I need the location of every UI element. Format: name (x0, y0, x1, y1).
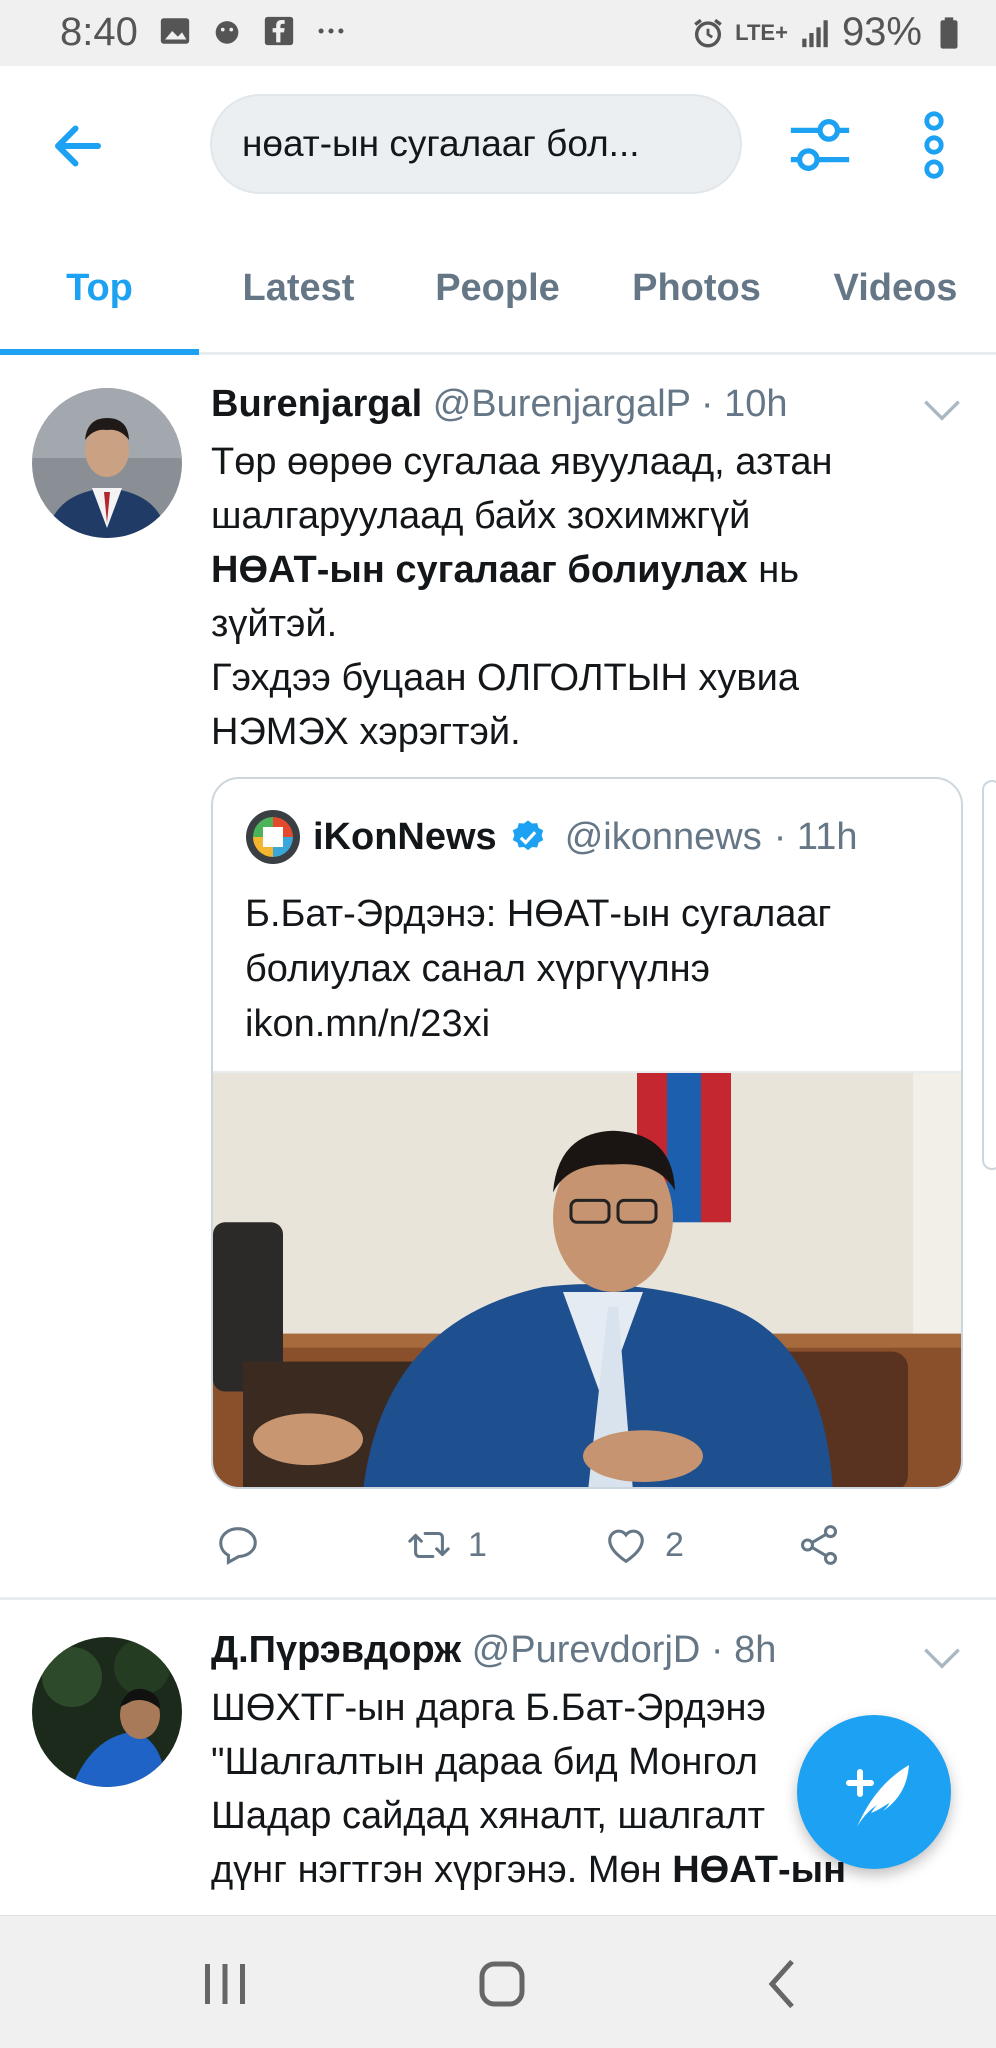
chevron-down-icon[interactable] (922, 1643, 962, 1673)
system-nav-bar (0, 1915, 996, 2048)
author-handle[interactable]: @PurevdorjD (472, 1629, 701, 1671)
like-count: 2 (665, 1525, 684, 1564)
avatar[interactable] (32, 1637, 182, 1787)
quoted-tweet-time: · 11h (773, 815, 858, 858)
status-bar: 8:40 LTE+ 93% (0, 0, 996, 66)
ikon-logo-icon (246, 810, 300, 864)
retweet-icon (408, 1531, 450, 1559)
chevron-down-icon[interactable] (922, 395, 962, 425)
quoted-tweet-text: Б.Бат-Эрдэнэ: НӨАТ-ын сугалааг болиулах … (245, 887, 935, 1052)
search-input[interactable]: нөат-ын сугалааг бол... (210, 94, 742, 194)
next-card-edge (982, 780, 996, 1170)
search-tabs: Top Latest People Photos Videos (0, 230, 996, 355)
author-name[interactable]: Burenjargal (211, 383, 422, 425)
tab-top[interactable]: Top (0, 230, 199, 355)
tab-photos[interactable]: Photos (597, 230, 796, 355)
heart-icon (608, 1529, 644, 1564)
quoted-author-handle[interactable]: @ikonnews (565, 816, 762, 859)
reply-button[interactable] (215, 1515, 261, 1575)
home-icon[interactable] (472, 1954, 532, 2014)
search-header: нөат-ын сугалааг бол... (0, 66, 996, 226)
share-icon (800, 1525, 838, 1565)
emoji-icon (215, 21, 239, 44)
share-button[interactable] (796, 1515, 842, 1575)
compose-tweet-button[interactable] (797, 1715, 951, 1869)
battery-percent: 93% (841, 10, 922, 54)
more-dots-icon (318, 28, 344, 34)
author-handle[interactable]: @BurenjargalP (433, 383, 691, 425)
back-icon[interactable] (752, 1954, 812, 2014)
author-name[interactable]: Д.Пүрэвдорж (211, 1629, 461, 1671)
vertical-dots-icon[interactable] (912, 110, 956, 180)
network-type: LTE+ (735, 19, 788, 45)
tweet[interactable]: Burenjargal @BurenjargalP · 10h Төр өөрө… (0, 355, 996, 1600)
avatar[interactable] (32, 388, 182, 538)
like-button[interactable]: 2 (603, 1515, 684, 1575)
facebook-icon (264, 16, 294, 46)
image-icon (160, 18, 190, 44)
verified-badge-icon (512, 820, 543, 851)
retweet-button[interactable]: 1 (406, 1515, 487, 1575)
compose-feather-icon (846, 1765, 909, 1827)
highlighted-term: НӨАТ-ын сугалааг болиулах (211, 549, 748, 591)
status-time: 8:40 (60, 10, 138, 54)
tab-latest[interactable]: Latest (199, 230, 398, 355)
tweet-time: · 10h (700, 383, 788, 425)
tweet-text: Төр өөрөө сугалаа явуулаад, азтан шалгар… (211, 441, 833, 753)
quoted-author-name[interactable]: iKonNews (313, 816, 497, 859)
tab-videos[interactable]: Videos (796, 230, 995, 355)
quoted-tweet-card[interactable]: iKonNews @ikonnews · 11h Б.Бат-Эрдэнэ: Н… (211, 777, 963, 1489)
tweet-time: · 8h (710, 1629, 777, 1671)
quoted-link[interactable]: ikon.mn/n/23xi (245, 997, 935, 1052)
tweet-actions: 1 2 (211, 1515, 911, 1575)
sliders-icon[interactable] (785, 110, 855, 180)
news-photo[interactable] (213, 1071, 963, 1489)
signal-icon (802, 19, 828, 47)
reply-icon (219, 1527, 257, 1565)
alarm-icon (694, 18, 722, 47)
retweet-count: 1 (468, 1525, 487, 1564)
tab-people[interactable]: People (398, 230, 597, 355)
battery-icon (940, 16, 958, 49)
recent-apps-icon[interactable] (195, 1954, 255, 2014)
arrow-left-icon[interactable] (48, 116, 108, 176)
